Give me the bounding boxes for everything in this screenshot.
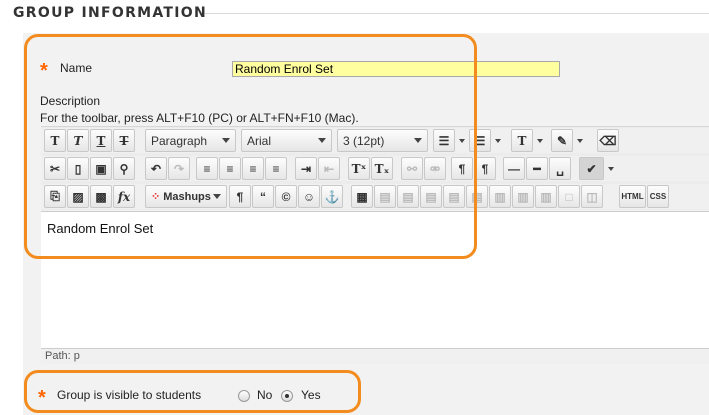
editor-path-bar: Path: p xyxy=(41,348,709,364)
insert-col-before-icon[interactable]: ▥ xyxy=(489,185,511,208)
text-color-icon[interactable]: T xyxy=(511,129,533,152)
css-button[interactable]: CSS xyxy=(647,185,669,208)
heading-divider xyxy=(205,13,709,14)
insert-col-after-icon[interactable]: ▥ xyxy=(512,185,534,208)
name-description-highlight xyxy=(24,34,477,259)
highlight-pen-icon[interactable]: ✎ xyxy=(551,129,573,152)
numbered-list-dropdown[interactable] xyxy=(492,129,503,152)
text-color-dropdown[interactable] xyxy=(534,129,545,152)
html-source-button[interactable]: HTML xyxy=(619,185,646,208)
rtl-icon[interactable]: ¶ xyxy=(474,157,496,180)
thick-line-icon[interactable]: ━ xyxy=(526,157,548,180)
section-heading: GROUP INFORMATION xyxy=(13,5,208,21)
nonbreaking-space-icon[interactable]: ␣ xyxy=(549,157,571,180)
highlight-dropdown[interactable] xyxy=(574,129,585,152)
group-information-form: GROUP INFORMATION * Name Random Enrol Se… xyxy=(0,0,709,415)
visibility-highlight xyxy=(24,370,361,413)
horizontal-line-icon[interactable]: — xyxy=(503,157,525,180)
delete-col-icon[interactable]: ▥ xyxy=(535,185,557,208)
spellcheck-icon[interactable]: ✔ xyxy=(579,157,604,180)
split-cells-icon[interactable]: ◫ xyxy=(581,185,603,208)
spellcheck-dropdown[interactable] xyxy=(605,157,616,180)
eraser-icon[interactable]: ⌫ xyxy=(597,129,619,152)
merge-cells-icon[interactable]: □ xyxy=(558,185,580,208)
